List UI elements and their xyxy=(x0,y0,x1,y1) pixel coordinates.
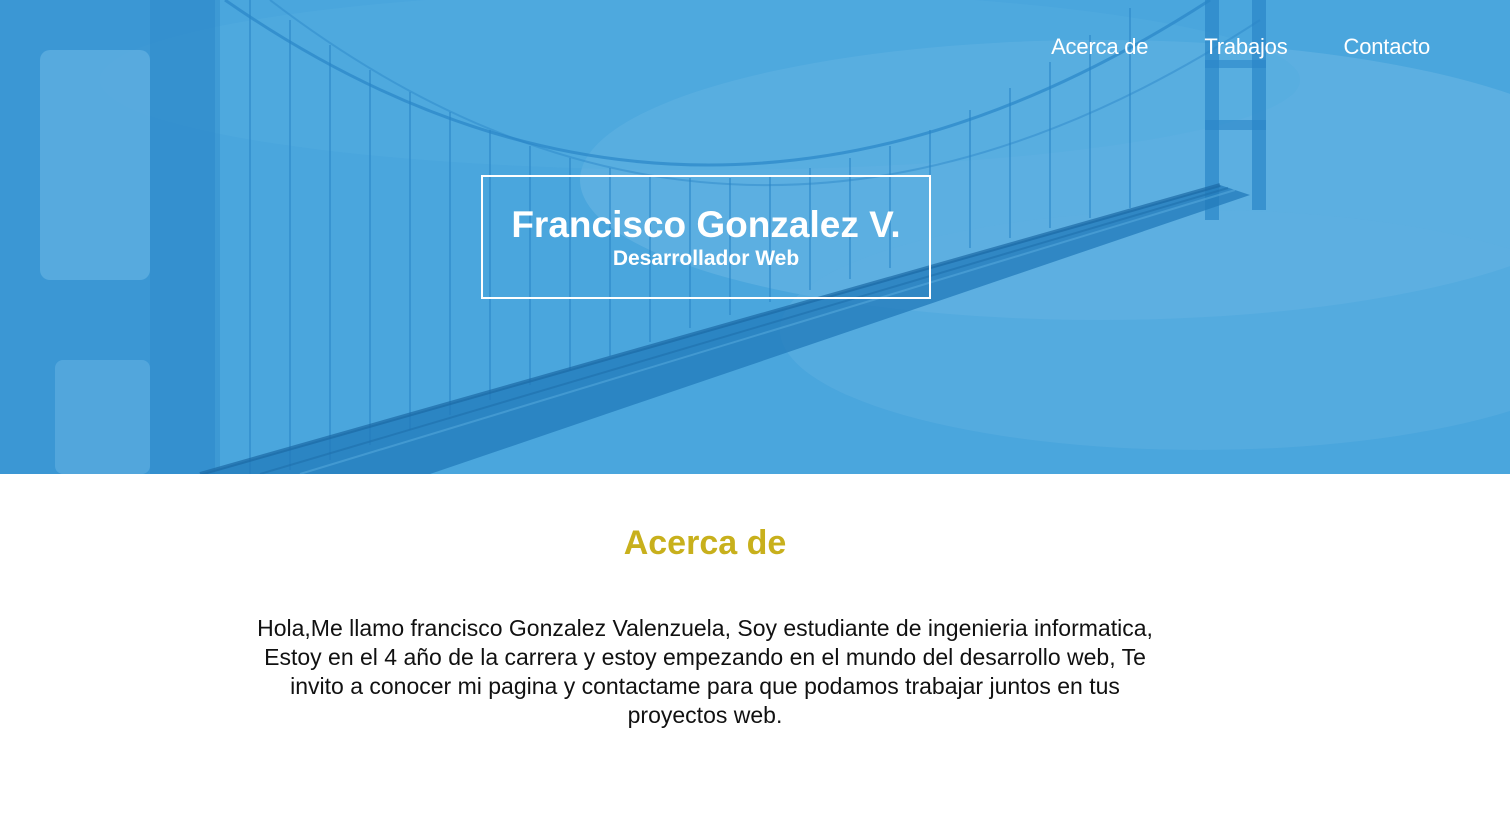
about-heading: Acerca de xyxy=(623,524,787,562)
hero-section: Acerca de Trabajos Contacto Francisco Go… xyxy=(0,0,1510,474)
nav-link-trabajos[interactable]: Trabajos xyxy=(1204,34,1287,60)
hero-name: Francisco Gonzalez V. xyxy=(511,204,901,245)
about-section: Acerca de Hola,Me llamo francisco Gonzal… xyxy=(0,474,1510,825)
nav-link-contacto[interactable]: Contacto xyxy=(1344,34,1431,60)
hero-title-box: Francisco Gonzalez V. Desarrollador Web xyxy=(481,175,931,299)
main-nav: Acerca de Trabajos Contacto xyxy=(1051,34,1430,60)
about-paragraph: Hola,Me llamo francisco Gonzalez Valenzu… xyxy=(257,615,1153,728)
hero-role: Desarrollador Web xyxy=(612,247,800,270)
nav-link-acerca-de[interactable]: Acerca de xyxy=(1051,34,1148,60)
